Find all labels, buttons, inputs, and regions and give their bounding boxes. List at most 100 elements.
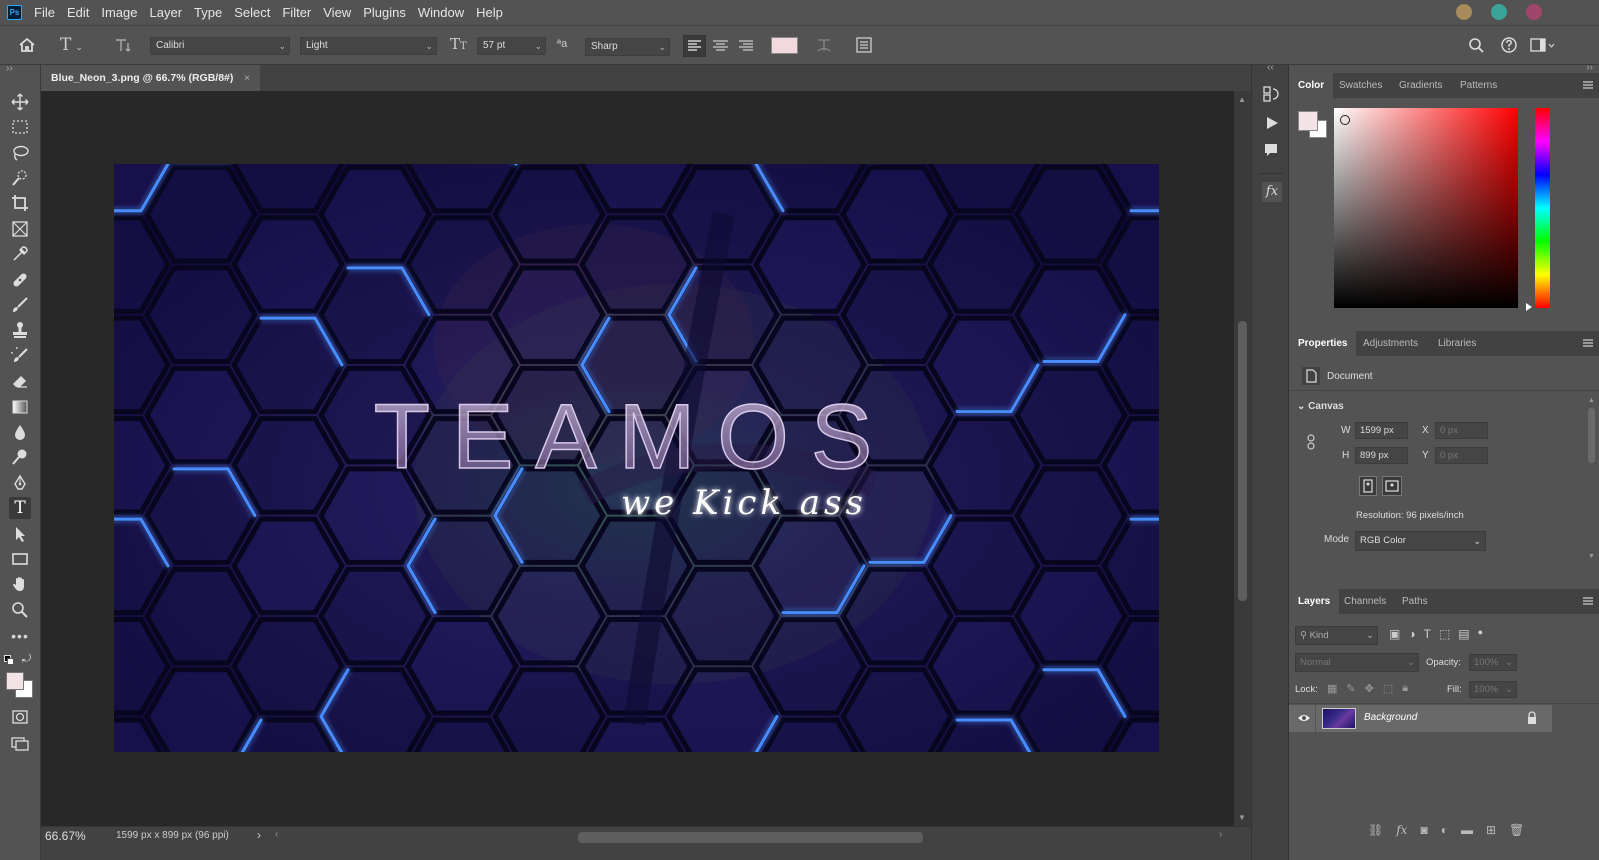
x-input[interactable]: 0 px xyxy=(1435,422,1488,439)
lock-image-icon[interactable]: ✎ xyxy=(1346,682,1355,695)
filter-adjustment-icon[interactable]: ◑ xyxy=(1408,627,1415,641)
window-dot-3[interactable] xyxy=(1526,4,1542,20)
tab-layers[interactable]: Layers xyxy=(1289,589,1340,614)
color-picker-field[interactable] xyxy=(1334,108,1518,308)
text-color-swatch[interactable] xyxy=(771,37,798,54)
filter-type-icon[interactable]: T xyxy=(1424,627,1431,641)
link-layers-icon[interactable]: ⛓︎ xyxy=(1368,823,1383,837)
tab-properties[interactable]: Properties xyxy=(1289,331,1357,356)
move-tool-icon[interactable] xyxy=(9,91,31,113)
default-colors-icon[interactable] xyxy=(4,655,14,665)
filter-shape-icon[interactable]: ⬚ xyxy=(1439,627,1450,641)
tab-paths[interactable]: Paths xyxy=(1393,589,1437,614)
lock-all-icon[interactable]: 🔒︎ xyxy=(1402,682,1408,695)
tab-libraries[interactable]: Libraries xyxy=(1429,331,1485,356)
zoom-tool-icon[interactable] xyxy=(9,599,31,621)
image-canvas[interactable]: TEAMOS we Kick ass xyxy=(114,164,1159,752)
tab-color[interactable]: Color xyxy=(1289,73,1334,98)
menu-window[interactable]: Window xyxy=(412,0,470,25)
tab-channels[interactable]: Channels xyxy=(1335,589,1395,614)
home-icon[interactable] xyxy=(18,37,36,53)
filter-pixel-icon[interactable]: ▣ xyxy=(1389,627,1400,641)
new-layer-icon[interactable]: ⊞ xyxy=(1486,823,1496,837)
quick-selection-tool-icon[interactable] xyxy=(9,167,31,189)
marquee-tool-icon[interactable] xyxy=(9,116,31,138)
tab-swatches[interactable]: Swatches xyxy=(1330,73,1391,98)
dodge-tool-icon[interactable] xyxy=(9,446,31,468)
y-input[interactable]: 0 px xyxy=(1435,447,1488,464)
adjustment-layer-icon[interactable]: ◐ xyxy=(1441,823,1448,837)
height-input[interactable]: 899 px xyxy=(1355,447,1408,464)
lock-transparent-icon[interactable]: ▦ xyxy=(1327,682,1337,695)
comments-icon[interactable] xyxy=(1263,142,1279,158)
healing-brush-tool-icon[interactable] xyxy=(9,269,31,291)
scroll-up-icon[interactable]: ▲ xyxy=(1238,95,1246,104)
menu-type[interactable]: Type xyxy=(188,0,228,25)
panel-menu-icon[interactable] xyxy=(1583,338,1593,348)
visibility-eye-icon[interactable] xyxy=(1297,713,1311,723)
menu-edit[interactable]: Edit xyxy=(61,0,95,25)
mode-select[interactable]: RGB Color ⌄ xyxy=(1355,531,1486,551)
help-icon[interactable] xyxy=(1500,36,1518,54)
quick-mask-icon[interactable] xyxy=(9,706,31,728)
clone-stamp-tool-icon[interactable] xyxy=(9,319,31,341)
history-brush-tool-icon[interactable] xyxy=(9,345,31,367)
menu-image[interactable]: Image xyxy=(95,0,143,25)
width-input[interactable]: 1599 px xyxy=(1355,422,1408,439)
blur-tool-icon[interactable] xyxy=(9,421,31,443)
workspace-icon[interactable] xyxy=(1530,37,1556,53)
font-size-select[interactable]: 57 pt ⌄ xyxy=(477,37,546,55)
tab-patterns[interactable]: Patterns xyxy=(1451,73,1506,98)
swap-colors-icon[interactable]: ⤾ xyxy=(22,653,31,666)
horizontal-scroll-thumb[interactable] xyxy=(578,832,923,843)
align-center-button[interactable] xyxy=(710,36,731,56)
properties-scrollbar[interactable]: ▲ ▼ xyxy=(1586,395,1597,562)
new-group-icon[interactable]: ▬ xyxy=(1461,823,1473,837)
crop-tool-icon[interactable] xyxy=(9,192,31,214)
collapse-strip-icon[interactable]: ‹‹ xyxy=(1267,62,1274,73)
blend-mode-select[interactable]: Normal ⌄ xyxy=(1295,653,1419,672)
antialias-select[interactable]: Sharp ⌄ xyxy=(585,38,670,56)
layer-style-fx-icon[interactable]: fx xyxy=(1396,823,1407,837)
character-panel-icon[interactable] xyxy=(855,37,873,53)
more-tools-icon[interactable]: ••• xyxy=(9,625,31,647)
history-panel-icon[interactable] xyxy=(1262,85,1280,103)
eyedropper-tool-icon[interactable] xyxy=(9,243,31,265)
frame-tool-icon[interactable] xyxy=(9,218,31,240)
opacity-input[interactable]: 100% ⌄ xyxy=(1469,654,1517,671)
scroll-right-icon[interactable]: › xyxy=(1219,829,1222,840)
tab-gradients[interactable]: Gradients xyxy=(1390,73,1451,98)
foreground-color-swatch[interactable] xyxy=(6,672,24,690)
eraser-tool-icon[interactable] xyxy=(9,370,31,392)
pen-tool-icon[interactable] xyxy=(9,472,31,494)
tab-adjustments[interactable]: Adjustments xyxy=(1354,331,1427,356)
screen-mode-icon[interactable] xyxy=(9,732,31,754)
color-picker-cursor[interactable] xyxy=(1340,115,1350,125)
search-icon[interactable] xyxy=(1468,37,1485,54)
landscape-orientation-button[interactable] xyxy=(1382,476,1402,496)
align-right-button[interactable] xyxy=(736,36,757,56)
delete-layer-icon[interactable]: 🗑︎ xyxy=(1509,823,1524,837)
document-tab[interactable]: Blue_Neon_3.png @ 66.7% (RGB/8#) × xyxy=(41,65,260,91)
filter-toggle-icon[interactable]: ● xyxy=(1478,627,1483,641)
status-menu-arrow[interactable]: › xyxy=(257,828,261,842)
type-tool-preset-icon[interactable]: T ⌄ xyxy=(60,35,83,55)
menu-select[interactable]: Select xyxy=(228,0,276,25)
window-dot-1[interactable] xyxy=(1456,4,1472,20)
menu-help[interactable]: Help xyxy=(470,0,509,25)
rectangle-tool-icon[interactable] xyxy=(9,548,31,570)
vertical-scroll-thumb[interactable] xyxy=(1238,321,1247,601)
brush-tool-icon[interactable] xyxy=(9,294,31,316)
menu-view[interactable]: View xyxy=(317,0,357,25)
vertical-scrollbar[interactable]: ▲ ▼ xyxy=(1234,91,1251,826)
link-dimensions-icon[interactable] xyxy=(1306,434,1316,450)
font-style-select[interactable]: Light ⌄ xyxy=(300,37,437,55)
styles-fx-icon[interactable]: fx xyxy=(1262,182,1282,202)
menu-filter[interactable]: Filter xyxy=(276,0,317,25)
font-family-select[interactable]: Calibri ⌄ xyxy=(150,37,290,55)
scroll-left-icon[interactable]: ‹ xyxy=(275,829,278,840)
menu-plugins[interactable]: Plugins xyxy=(357,0,412,25)
actions-play-icon[interactable] xyxy=(1264,115,1280,131)
fill-input[interactable]: 100% ⌄ xyxy=(1469,681,1517,698)
layer-name[interactable]: Background xyxy=(1364,712,1417,723)
